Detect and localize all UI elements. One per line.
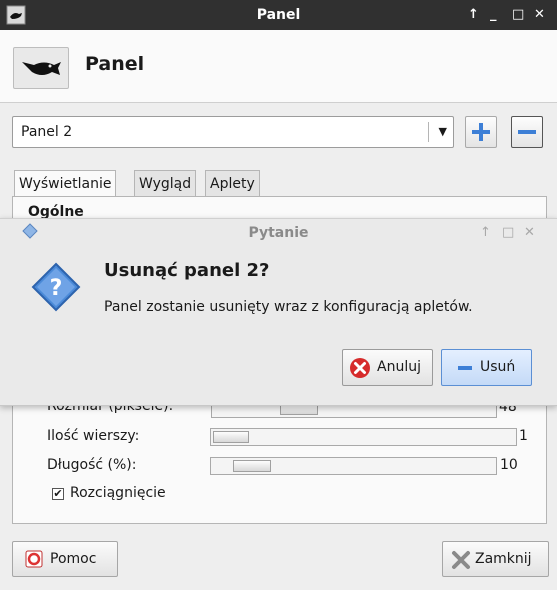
remove-confirm-label: Usuń	[480, 359, 516, 375]
dialog-title: Pytanie	[248, 225, 309, 241]
panel-select-value: Panel 2	[21, 124, 73, 140]
header-title: Panel	[85, 53, 145, 75]
tab-display-label: Wyświetlanie	[19, 176, 112, 192]
cancel-button-label: Anuluj	[377, 359, 421, 375]
dialog-maximize-button[interactable]: □	[502, 219, 514, 247]
rows-slider-handle[interactable]	[213, 431, 249, 443]
stretch-label[interactable]: Rozciągnięcie	[70, 485, 166, 501]
dialog-close-button[interactable]: ✕	[524, 219, 535, 247]
remove-icon	[458, 366, 472, 370]
tab-appearance-label: Wygląd	[139, 176, 192, 192]
cancel-icon	[350, 358, 370, 378]
help-button[interactable]: Pomoc	[12, 541, 118, 577]
panel-select[interactable]: Panel 2 ▼	[12, 116, 454, 148]
window-up-button[interactable]: ↑	[468, 0, 479, 30]
tab-display[interactable]: Wyświetlanie	[14, 170, 117, 197]
remove-confirm-button[interactable]: Usuń	[441, 349, 532, 386]
dialog-up-button[interactable]: ↑	[480, 219, 491, 247]
dialog-heading: Usunąć panel 2?	[104, 260, 270, 281]
length-value: 10	[500, 457, 518, 473]
tab-appearance[interactable]: Wygląd	[134, 170, 197, 196]
combo-separator	[428, 122, 429, 142]
cancel-button[interactable]: Anuluj	[342, 349, 433, 386]
dialog-message: Panel zostanie usunięty wraz z konfigura…	[104, 299, 473, 315]
rows-label: Ilość wierszy:	[47, 428, 140, 444]
rows-slider[interactable]	[210, 428, 517, 446]
svg-text:?: ?	[50, 276, 63, 301]
close-button[interactable]: Zamknij	[442, 541, 549, 577]
tab-applets[interactable]: Aplety	[205, 170, 260, 196]
minus-icon	[518, 130, 536, 134]
window-titlebar: Panel ↑ _ □ ✕	[0, 0, 557, 30]
rows-value: 1	[519, 428, 528, 444]
mouse-panel-icon	[13, 47, 69, 89]
confirm-dialog: Pytanie ↑ □ ✕ ? Usunąć panel 2? Panel zo…	[0, 218, 557, 406]
question-icon: ?	[31, 262, 81, 312]
add-panel-button[interactable]	[465, 116, 497, 148]
help-button-label: Pomoc	[50, 551, 97, 567]
tab-applets-label: Aplety	[210, 176, 255, 192]
length-label: Długość (%):	[47, 457, 137, 473]
window-close-button[interactable]: ✕	[534, 0, 545, 30]
help-icon	[25, 550, 43, 568]
close-button-label: Zamknij	[475, 551, 532, 567]
window-maximize-button[interactable]: □	[512, 0, 524, 30]
plus-icon	[472, 123, 490, 141]
dialog-header: Panel	[0, 30, 557, 103]
dropdown-arrow-icon: ▼	[438, 125, 447, 138]
length-slider[interactable]	[210, 457, 497, 475]
length-slider-handle[interactable]	[233, 460, 271, 472]
window-minimize-button[interactable]: _	[490, 0, 497, 30]
remove-panel-button[interactable]	[511, 116, 543, 148]
close-x-icon	[452, 551, 470, 569]
stretch-checkbox[interactable]: ✔	[52, 488, 64, 500]
